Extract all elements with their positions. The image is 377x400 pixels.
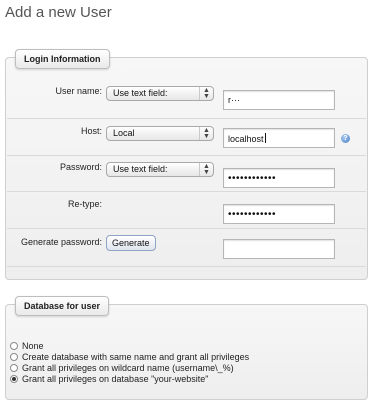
info-icon[interactable]: ? [341, 134, 350, 143]
database-for-user-fieldset: Database for user None Create database w… [5, 296, 368, 400]
retype-input-value: •••••••••••• [228, 209, 277, 220]
page-title: Add a new User [5, 4, 112, 21]
db-option-label: Grant all privileges on wildcard name (u… [22, 363, 234, 373]
user-name-input[interactable]: r··· [223, 90, 335, 110]
row-divider [7, 191, 366, 192]
database-for-user-legend: Database for user [15, 296, 110, 316]
password-select[interactable]: Use text field: ▲ ▼ [106, 162, 214, 177]
user-name-select-value: Use text field: [113, 88, 168, 98]
text-cursor [264, 133, 266, 143]
generate-password-label: Generate password: [20, 237, 102, 247]
host-select-value: Local [113, 128, 135, 138]
radio-button-selected-icon[interactable] [10, 375, 18, 383]
radio-button-icon[interactable] [10, 353, 18, 361]
db-option-label: Grant all privileges on database "your-w… [22, 374, 209, 384]
password-input-value: •••••••••••• [228, 173, 277, 184]
host-input-value: localhost [228, 134, 264, 144]
radio-button-icon[interactable] [10, 342, 18, 350]
password-input[interactable]: •••••••••••• [223, 168, 335, 188]
host-input[interactable]: localhost [223, 128, 335, 148]
generate-button[interactable]: Generate [106, 235, 156, 251]
db-option-wildcard[interactable]: Grant all privileges on wildcard name (u… [10, 363, 234, 373]
db-option-label: Create database with same name and grant… [22, 352, 250, 362]
radio-button-icon[interactable] [10, 364, 18, 372]
row-divider [7, 155, 366, 156]
db-option-grant-database[interactable]: Grant all privileges on database "your-w… [10, 374, 209, 384]
db-option-create-same-name[interactable]: Create database with same name and grant… [10, 352, 249, 362]
user-name-label: User name: [55, 86, 102, 96]
db-option-label: None [22, 341, 44, 351]
row-divider [7, 118, 366, 119]
retype-label: Re-type: [67, 199, 102, 209]
password-select-value: Use text field: [113, 164, 168, 174]
row-divider [7, 266, 366, 267]
host-select[interactable]: Local ▲ ▼ [106, 126, 214, 141]
login-information-legend: Login Information [15, 49, 110, 69]
db-option-none[interactable]: None [10, 341, 44, 351]
generated-password-input[interactable] [223, 239, 335, 259]
host-label: Host: [80, 126, 102, 136]
retype-input[interactable]: •••••••••••• [223, 204, 335, 224]
select-arrows-icon: ▲ ▼ [199, 87, 213, 100]
password-label: Password: [59, 162, 102, 172]
select-arrows-icon: ▲ ▼ [199, 127, 213, 140]
select-arrows-icon: ▲ ▼ [199, 163, 213, 176]
login-information-fieldset: Login Information User name: Use text fi… [5, 49, 368, 280]
user-name-input-value: r··· [228, 95, 240, 105]
user-name-select[interactable]: Use text field: ▲ ▼ [106, 86, 214, 101]
row-divider [7, 228, 366, 229]
